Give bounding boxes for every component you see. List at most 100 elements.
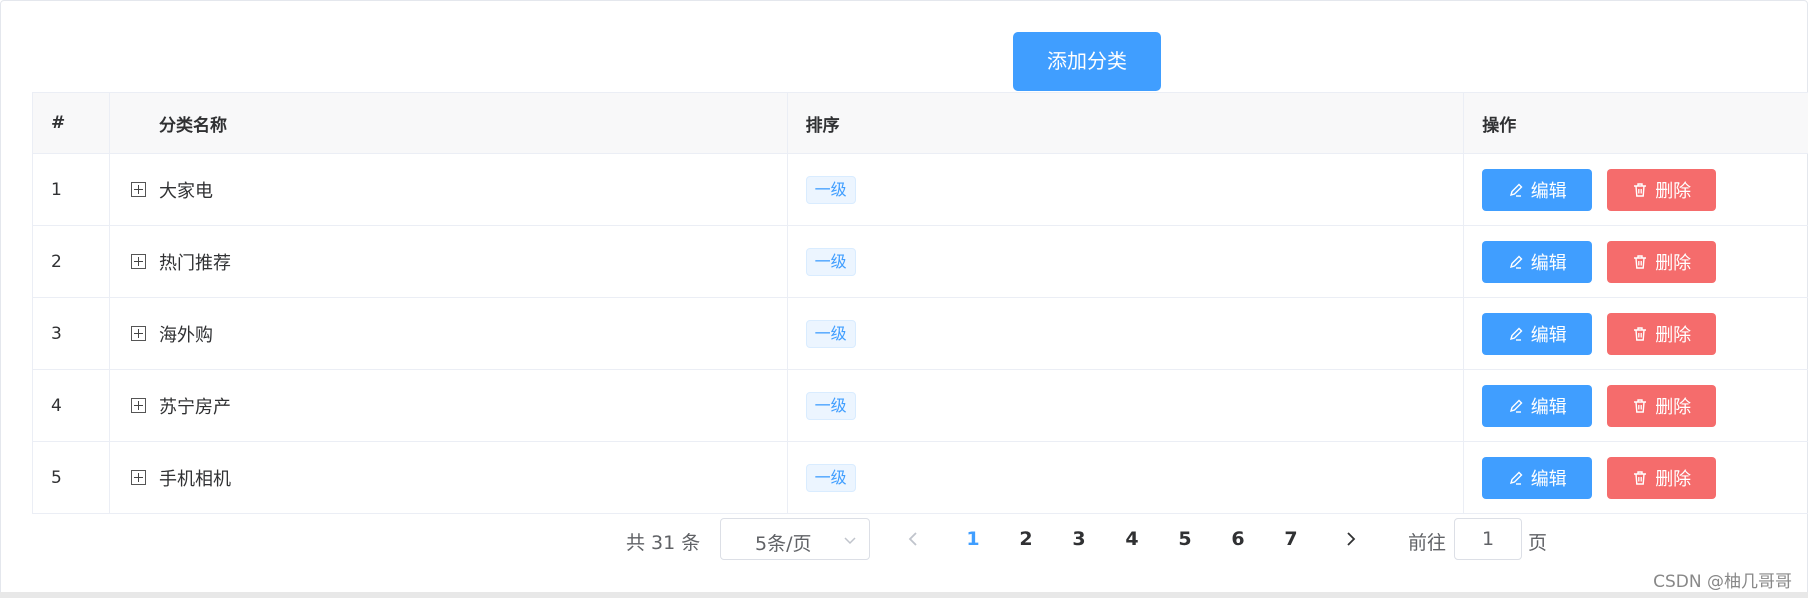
page-5[interactable]: 5 bbox=[1170, 528, 1200, 550]
row-index-cell: 4 bbox=[33, 370, 110, 441]
table-header-row: # 分类名称 排序 操作 bbox=[33, 93, 1808, 154]
goto-label: 前往 bbox=[1408, 532, 1447, 554]
page: 添加分类 # 分类名称 排序 操作 1 大家电 一级 编辑 删除 2 热门推荐 … bbox=[0, 0, 1808, 598]
category-name: 海外购 bbox=[158, 324, 213, 346]
level-tag: 一级 bbox=[805, 175, 856, 204]
delete-button[interactable]: 删除 bbox=[1607, 384, 1717, 427]
edit-label: 编辑 bbox=[1530, 396, 1567, 418]
level-tag: 一级 bbox=[805, 463, 856, 492]
expand-plus-icon[interactable] bbox=[130, 182, 146, 197]
edit-button[interactable]: 编辑 bbox=[1482, 456, 1593, 499]
row-order-cell: 一级 bbox=[788, 154, 1465, 225]
page-size-value: 5条/页 bbox=[755, 533, 812, 555]
edit-button[interactable]: 编辑 bbox=[1482, 384, 1593, 427]
row-order-cell: 一级 bbox=[788, 442, 1465, 513]
delete-label: 删除 bbox=[1655, 324, 1692, 346]
category-table: # 分类名称 排序 操作 1 大家电 一级 编辑 删除 2 热门推荐 一级 编辑… bbox=[32, 92, 1808, 514]
trash-icon bbox=[1634, 470, 1647, 485]
delete-button[interactable]: 删除 bbox=[1607, 312, 1717, 355]
row-order-cell: 一级 bbox=[788, 298, 1465, 369]
row-name-cell: 海外购 bbox=[110, 298, 788, 369]
expand-plus-icon[interactable] bbox=[130, 398, 146, 413]
bottom-divider bbox=[0, 592, 1808, 598]
trash-icon bbox=[1634, 326, 1647, 341]
trash-icon bbox=[1634, 182, 1647, 197]
edit-button[interactable]: 编辑 bbox=[1482, 240, 1593, 283]
row-name-cell: 大家电 bbox=[110, 154, 788, 225]
row-name-cell: 手机相机 bbox=[110, 442, 788, 513]
delete-label: 删除 bbox=[1655, 468, 1692, 490]
row-actions-cell: 编辑 删除 bbox=[1464, 226, 1808, 297]
pagination: 共 31 条 5条/页 1 2 3 4 5 6 7 前往 页 bbox=[0, 518, 1808, 561]
chevron-right-icon[interactable] bbox=[1342, 531, 1358, 547]
row-actions-cell: 编辑 删除 bbox=[1464, 154, 1808, 225]
table-row: 2 热门推荐 一级 编辑 删除 bbox=[33, 226, 1808, 298]
page-7[interactable]: 7 bbox=[1276, 528, 1306, 550]
header-name: 分类名称 bbox=[110, 93, 788, 153]
row-actions-cell: 编辑 删除 bbox=[1464, 370, 1808, 441]
row-index: 2 bbox=[51, 251, 62, 272]
page-2[interactable]: 2 bbox=[1011, 528, 1041, 550]
watermark: CSDN @柚几哥哥 bbox=[1653, 572, 1792, 592]
goto-suffix: 页 bbox=[1528, 532, 1548, 554]
row-index-cell: 3 bbox=[33, 298, 110, 369]
row-index: 3 bbox=[51, 323, 62, 344]
page-4[interactable]: 4 bbox=[1117, 528, 1147, 550]
header-actions: 操作 bbox=[1482, 115, 1517, 136]
goto-page-input[interactable] bbox=[1454, 518, 1522, 560]
page-1[interactable]: 1 bbox=[958, 528, 988, 550]
edit-icon bbox=[1509, 183, 1523, 197]
page-6[interactable]: 6 bbox=[1223, 528, 1253, 550]
pagination-total: 共 31 条 bbox=[626, 532, 701, 554]
edit-label: 编辑 bbox=[1530, 180, 1567, 202]
delete-button[interactable]: 删除 bbox=[1607, 240, 1717, 283]
row-index-cell: 1 bbox=[33, 154, 110, 225]
level-tag: 一级 bbox=[805, 319, 856, 348]
row-order-cell: 一级 bbox=[788, 226, 1465, 297]
expand-plus-icon[interactable] bbox=[130, 254, 146, 269]
expand-plus-icon[interactable] bbox=[130, 326, 146, 341]
trash-icon bbox=[1634, 398, 1647, 413]
header-order: 排序 bbox=[788, 93, 1465, 153]
row-index: 1 bbox=[51, 179, 62, 200]
page-size-select[interactable]: 5条/页 bbox=[720, 518, 870, 560]
row-actions-cell: 编辑 删除 bbox=[1464, 298, 1808, 369]
delete-button[interactable]: 删除 bbox=[1607, 456, 1717, 499]
edit-icon bbox=[1509, 399, 1523, 413]
chevron-down-icon bbox=[844, 537, 856, 545]
table-row: 5 手机相机 一级 编辑 删除 bbox=[33, 442, 1808, 514]
row-index: 4 bbox=[51, 395, 62, 416]
edit-label: 编辑 bbox=[1530, 252, 1567, 274]
table-row: 4 苏宁房产 一级 编辑 删除 bbox=[33, 370, 1808, 442]
row-order-cell: 一级 bbox=[788, 370, 1465, 441]
row-index: 5 bbox=[51, 467, 62, 488]
level-tag: 一级 bbox=[805, 247, 856, 276]
row-index-cell: 5 bbox=[33, 442, 110, 513]
edit-icon bbox=[1509, 471, 1523, 485]
edit-icon bbox=[1509, 327, 1523, 341]
category-name: 热门推荐 bbox=[158, 252, 231, 274]
row-name-cell: 苏宁房产 bbox=[110, 370, 788, 441]
edit-label: 编辑 bbox=[1530, 324, 1567, 346]
add-category-button[interactable]: 添加分类 bbox=[1013, 32, 1161, 91]
row-actions-cell: 编辑 删除 bbox=[1464, 442, 1808, 513]
edit-icon bbox=[1509, 255, 1523, 269]
header-index: # bbox=[33, 93, 110, 153]
page-3[interactable]: 3 bbox=[1064, 528, 1094, 550]
expand-plus-icon[interactable] bbox=[130, 470, 146, 485]
chevron-left-icon[interactable] bbox=[906, 531, 922, 547]
row-name-cell: 热门推荐 bbox=[110, 226, 788, 297]
delete-label: 删除 bbox=[1655, 396, 1692, 418]
delete-button[interactable]: 删除 bbox=[1607, 168, 1717, 211]
category-name: 手机相机 bbox=[158, 468, 231, 490]
level-tag: 一级 bbox=[805, 391, 856, 420]
table-row: 1 大家电 一级 编辑 删除 bbox=[33, 154, 1808, 226]
delete-label: 删除 bbox=[1655, 252, 1692, 274]
edit-button[interactable]: 编辑 bbox=[1482, 312, 1593, 355]
category-name: 大家电 bbox=[158, 180, 213, 202]
table-row: 3 海外购 一级 编辑 删除 bbox=[33, 298, 1808, 370]
category-name: 苏宁房产 bbox=[158, 396, 231, 418]
edit-label: 编辑 bbox=[1530, 468, 1567, 490]
row-index-cell: 2 bbox=[33, 226, 110, 297]
edit-button[interactable]: 编辑 bbox=[1482, 168, 1593, 211]
